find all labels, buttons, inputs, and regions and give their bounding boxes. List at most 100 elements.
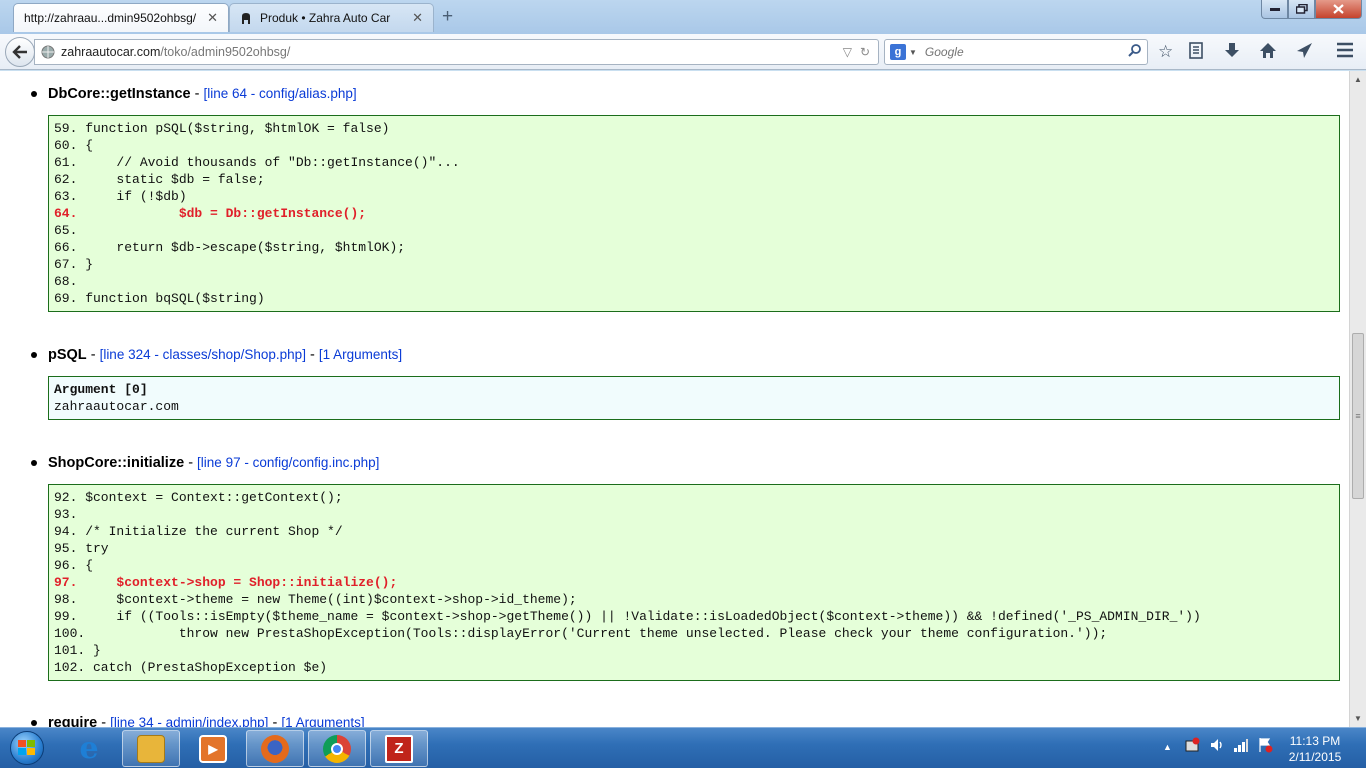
vertical-scrollbar[interactable]: ▲ ≡ ▼ [1349, 71, 1366, 727]
url-text[interactable]: zahraautocar.com/toko/admin9502ohbsg/ [61, 45, 843, 59]
argument-label: Argument [0] [54, 382, 148, 397]
highlighted-code-line: 97. $context->shop = Shop::initialize(); [54, 575, 398, 590]
code-line: 98. $context->theme = new Theme((int)$co… [54, 592, 577, 607]
tab-close-icon[interactable]: ✕ [412, 10, 423, 26]
new-tab-button[interactable]: + [442, 6, 453, 28]
trace-entry-header: DbCore::getInstance - [line 64 - config/… [31, 84, 1340, 104]
tab-title: Produk • Zahra Auto Car [260, 11, 391, 25]
separator: - [188, 455, 198, 471]
code-line: 63. if (!$db) [54, 189, 187, 204]
code-line: 94. /* Initialize the current Shop */ [54, 524, 343, 539]
argument-value: zahraautocar.com [54, 399, 179, 414]
code-line: 92. $context = Context::getContext(); [54, 490, 343, 505]
code-line: 65. [54, 223, 78, 238]
back-button[interactable] [5, 37, 35, 67]
tab-close-icon[interactable]: ✕ [207, 10, 218, 26]
tab-title: http://zahraau...dmin9502ohbsg/ [24, 11, 197, 25]
menu-icon[interactable] [1336, 42, 1354, 63]
trace-entry-header: require - [line 34 - admin/index.php] - … [31, 713, 1340, 727]
tab-produk[interactable]: Produk • Zahra Auto Car ✕ [229, 3, 434, 32]
action-center-flag-icon[interactable] [1257, 737, 1273, 756]
filezilla-icon: Z [385, 734, 413, 763]
code-line: 96. { [54, 558, 94, 573]
minimize-button[interactable] [1261, 0, 1288, 19]
firefox-icon [261, 734, 289, 763]
trace-entry: DbCore::getInstance - [line 64 - config/… [31, 84, 1340, 312]
globe-icon [41, 45, 55, 59]
star-bookmark-icon[interactable]: ☆ [1158, 42, 1173, 62]
function-name: require [48, 715, 98, 727]
address-bar[interactable]: zahraautocar.com/toko/admin9502ohbsg/ ▽ … [34, 39, 879, 65]
code-block: 59. function pSQL($string, $htmlOK = fal… [48, 115, 1340, 312]
system-clock[interactable]: 11:13 PM 2/11/2015 [1282, 733, 1348, 765]
function-name: pSQL [48, 347, 87, 363]
internet-explorer-icon: e [79, 731, 99, 766]
close-window-button[interactable] [1315, 0, 1362, 19]
taskbar-media-player[interactable]: ▶ [184, 730, 242, 767]
code-line: 99. if ((Tools::isEmpty($theme_name = $c… [54, 609, 1201, 624]
location-link[interactable]: [line 97 - config/config.inc.php] [197, 455, 379, 470]
dropdown-arrow-icon[interactable]: ▽ [843, 45, 852, 59]
separator: - [272, 715, 282, 727]
search-input[interactable] [924, 45, 1128, 59]
network-signal-icon[interactable] [1233, 737, 1249, 756]
code-line: 60. { [54, 138, 94, 153]
code-block: 92. $context = Context::getContext(); 93… [48, 484, 1340, 681]
location-link[interactable]: [line 64 - config/alias.php] [204, 86, 357, 101]
trace-entry: ShopCore::initialize - [line 97 - config… [31, 453, 1340, 681]
bookmarks-list-icon[interactable] [1188, 42, 1204, 64]
code-line: 62. static $db = false; [54, 172, 265, 187]
chevron-down-icon[interactable]: ▼ [909, 48, 917, 57]
url-path: /toko/admin9502ohbsg/ [160, 45, 291, 59]
clock-time: 11:13 PM [1289, 734, 1341, 748]
volume-icon[interactable] [1209, 737, 1225, 756]
code-line: 61. // Avoid thousands of "Db::getInstan… [54, 155, 460, 170]
separator: - [309, 347, 319, 363]
url-domain: zahraautocar.com [61, 45, 161, 59]
tab-admin[interactable]: http://zahraau...dmin9502ohbsg/ ✕ [13, 3, 229, 32]
code-line: 101. } [54, 643, 101, 658]
tray-app-icon[interactable] [1184, 737, 1200, 756]
scrollbar-thumb[interactable]: ≡ [1352, 333, 1364, 499]
elephant-favicon-icon [240, 12, 252, 25]
taskbar-file-explorer[interactable] [122, 730, 180, 767]
scroll-down-arrow-icon[interactable]: ▼ [1350, 710, 1366, 727]
location-link[interactable]: [line 324 - classes/shop/Shop.php] [100, 347, 306, 362]
download-icon[interactable] [1224, 42, 1240, 64]
arguments-link[interactable]: [1 Arguments] [281, 715, 364, 727]
trace-entry: require - [line 34 - admin/index.php] - … [31, 713, 1340, 727]
arguments-link[interactable]: [1 Arguments] [319, 347, 402, 362]
location-link[interactable]: [line 34 - admin/index.php] [110, 715, 268, 727]
trace-entry-header: pSQL - [line 324 - classes/shop/Shop.php… [31, 345, 1340, 365]
code-line: 95. try [54, 541, 109, 556]
home-icon[interactable] [1259, 42, 1277, 64]
taskbar-firefox[interactable] [246, 730, 304, 767]
trace-entry: pSQL - [line 324 - classes/shop/Shop.php… [31, 345, 1340, 420]
code-line: 67. } [54, 257, 94, 272]
highlighted-code-line: 64. $db = Db::getInstance(); [54, 206, 367, 221]
taskbar-filezilla[interactable]: Z [370, 730, 428, 767]
trace-entry-header: ShopCore::initialize - [line 97 - config… [31, 453, 1340, 473]
code-line: 93. [54, 507, 78, 522]
search-bar[interactable]: g ▼ [884, 39, 1148, 65]
google-icon[interactable]: g [890, 44, 906, 60]
page-content: DbCore::getInstance - [line 64 - config/… [0, 71, 1349, 727]
taskbar-internet-explorer[interactable]: e [60, 730, 118, 767]
media-player-icon: ▶ [199, 734, 227, 763]
scroll-up-arrow-icon[interactable]: ▲ [1350, 71, 1366, 88]
code-line: 69. function bqSQL($string) [54, 291, 265, 306]
tab-strip: http://zahraau...dmin9502ohbsg/ ✕ Produk… [0, 0, 1366, 34]
show-hidden-icons-arrow-icon[interactable]: ▲ [1163, 742, 1172, 752]
code-line: 66. return $db->escape($string, $htmlOK)… [54, 240, 406, 255]
navigation-toolbar: zahraautocar.com/toko/admin9502ohbsg/ ▽ … [0, 34, 1366, 70]
taskbar-chrome[interactable] [308, 730, 366, 767]
chrome-icon [323, 734, 351, 763]
maximize-button[interactable] [1288, 0, 1315, 19]
file-explorer-icon [137, 734, 165, 763]
send-arrow-icon[interactable] [1296, 42, 1313, 64]
start-button[interactable] [2, 729, 52, 767]
search-icon[interactable] [1128, 44, 1141, 60]
windows-logo-icon [10, 731, 44, 765]
reload-icon[interactable]: ↻ [860, 45, 870, 59]
code-line: 59. function pSQL($string, $htmlOK = fal… [54, 121, 390, 136]
